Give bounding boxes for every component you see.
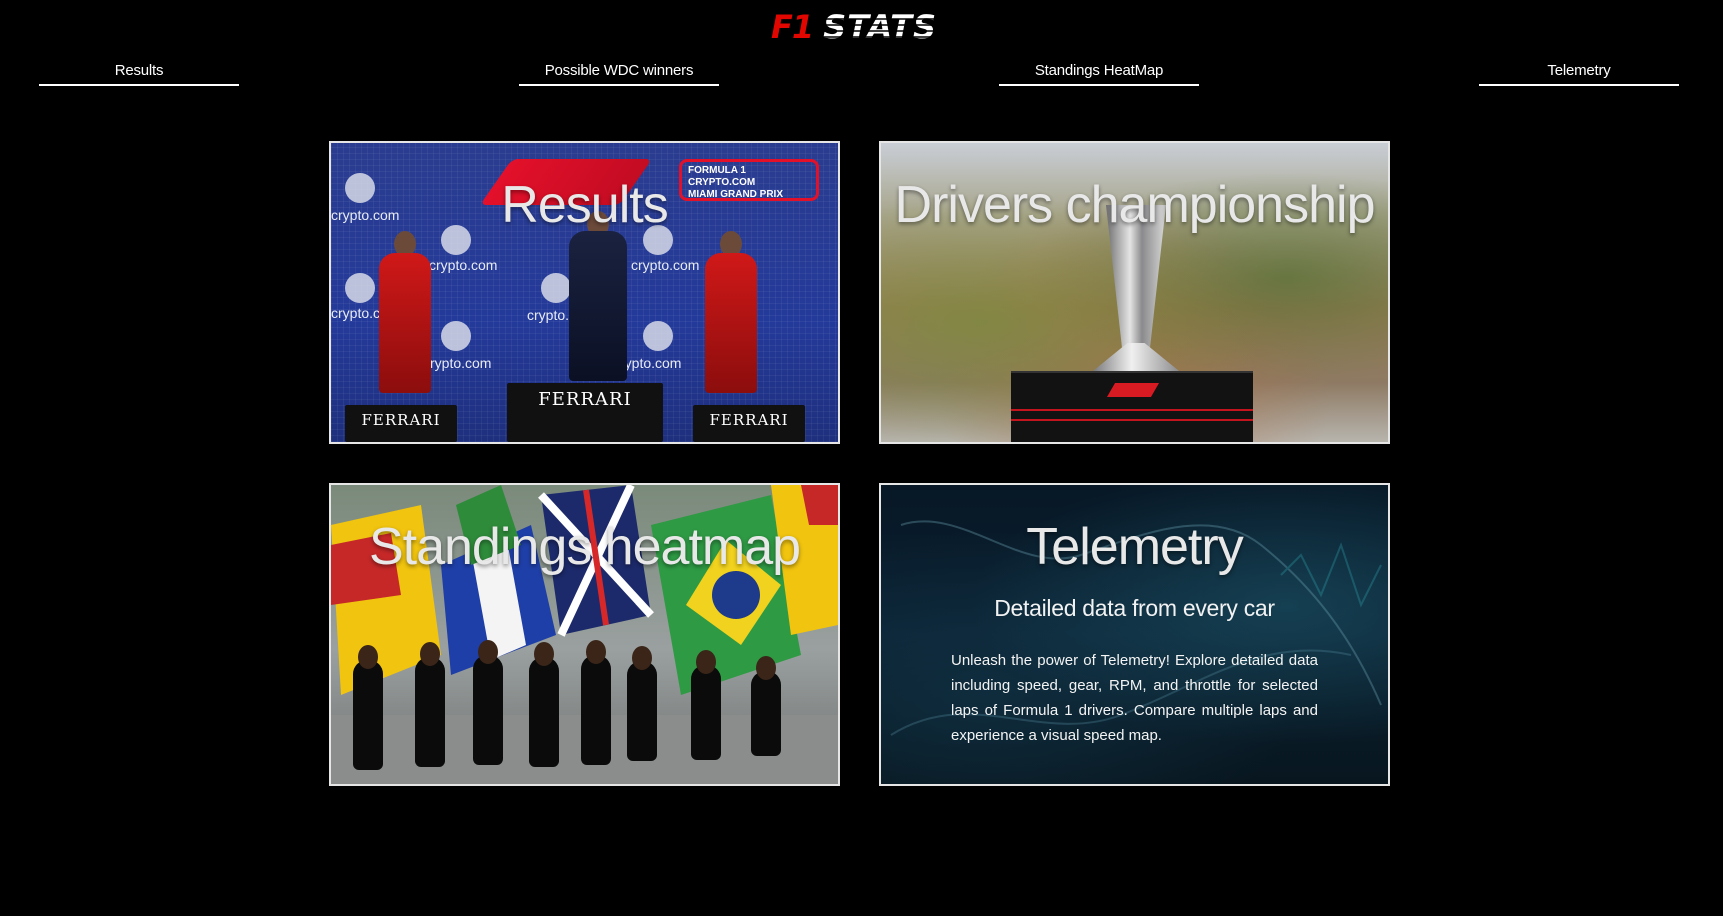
grid-girl xyxy=(353,660,383,770)
sponsor-logo-icon xyxy=(441,321,471,351)
podium-left-label: FERRARI xyxy=(361,411,441,429)
grid-girl xyxy=(581,655,611,765)
plinth-stripe xyxy=(1011,419,1253,421)
standings-heatmap-card[interactable]: Standings heatmap xyxy=(329,483,840,786)
nav-link-telemetry[interactable]: Telemetry xyxy=(1479,60,1679,86)
sponsor-text: crypto.com xyxy=(631,257,700,273)
logo-f1-text: F1 xyxy=(770,8,814,46)
driver-center xyxy=(569,231,627,381)
sponsor-text: crypto.com xyxy=(423,355,492,371)
f1-stats-logo[interactable]: F1 STATS xyxy=(745,8,963,46)
grid-girl-head xyxy=(632,646,652,670)
telemetry-card-description: Unleash the power of Telemetry! Explore … xyxy=(951,652,1318,744)
grid-girl-head xyxy=(420,642,440,666)
sponsor-text: crypto.com xyxy=(429,257,498,273)
plinth-stripe xyxy=(1011,409,1253,411)
grid-girl-head xyxy=(756,656,776,680)
grid-girl-head xyxy=(358,645,378,669)
grid-girl-head xyxy=(696,650,716,674)
trophy-plinth xyxy=(1011,371,1253,442)
drivers-championship-card[interactable]: Drivers championship xyxy=(879,141,1390,444)
grid-girl xyxy=(529,657,559,767)
nav-link-results[interactable]: Results xyxy=(39,60,239,86)
telemetry-card-subtitle: Detailed data from every car xyxy=(994,595,1275,621)
nav-link-standings-heatmap[interactable]: Standings HeatMap xyxy=(999,60,1199,86)
grid-girl-head xyxy=(478,640,498,664)
drivers-championship-card-title: Drivers championship xyxy=(894,176,1376,234)
logo-stats-text: STATS xyxy=(823,8,938,46)
results-card-title: Results xyxy=(501,176,668,234)
sponsor-logo-icon xyxy=(541,273,571,303)
grid-girl xyxy=(691,665,721,760)
nav-link-possible-wdc-winners[interactable]: Possible WDC winners xyxy=(519,60,719,86)
logo-stats-word: STATS xyxy=(823,8,938,46)
sponsor-logo-icon xyxy=(345,273,375,303)
grid-girl xyxy=(627,661,657,761)
standings-heatmap-card-title: Standings heatmap xyxy=(368,518,801,576)
driver-right xyxy=(705,253,757,393)
brazil-flag-globe xyxy=(712,571,760,619)
telemetry-card-title: Telemetry xyxy=(1026,518,1243,576)
telemetry-card[interactable]: Telemetry Detailed data from every car U… xyxy=(879,483,1390,786)
grid-girl xyxy=(751,671,781,756)
podium-left: FERRARI xyxy=(345,405,457,442)
podium-center-label: FERRARI xyxy=(538,389,632,410)
grid-girl-head xyxy=(534,642,554,666)
f1-logo-icon xyxy=(1106,383,1160,397)
results-card[interactable]: FORMULA 1 CRYPTO.COM MIAMI GRAND PRIX cr… xyxy=(329,141,840,444)
grid-girl-head xyxy=(586,640,606,664)
grid-girl xyxy=(415,657,445,767)
grid-girl xyxy=(473,655,503,765)
page: F1 STATS Results Possible WDC winners St… xyxy=(0,0,1723,916)
driver-left xyxy=(379,253,431,393)
trophy-base xyxy=(1093,343,1179,371)
podium-right: FERRARI xyxy=(693,405,805,442)
sponsor-logo-icon xyxy=(643,321,673,351)
podium-center: FERRARI xyxy=(507,383,663,442)
podium-right-label: FERRARI xyxy=(709,411,789,429)
